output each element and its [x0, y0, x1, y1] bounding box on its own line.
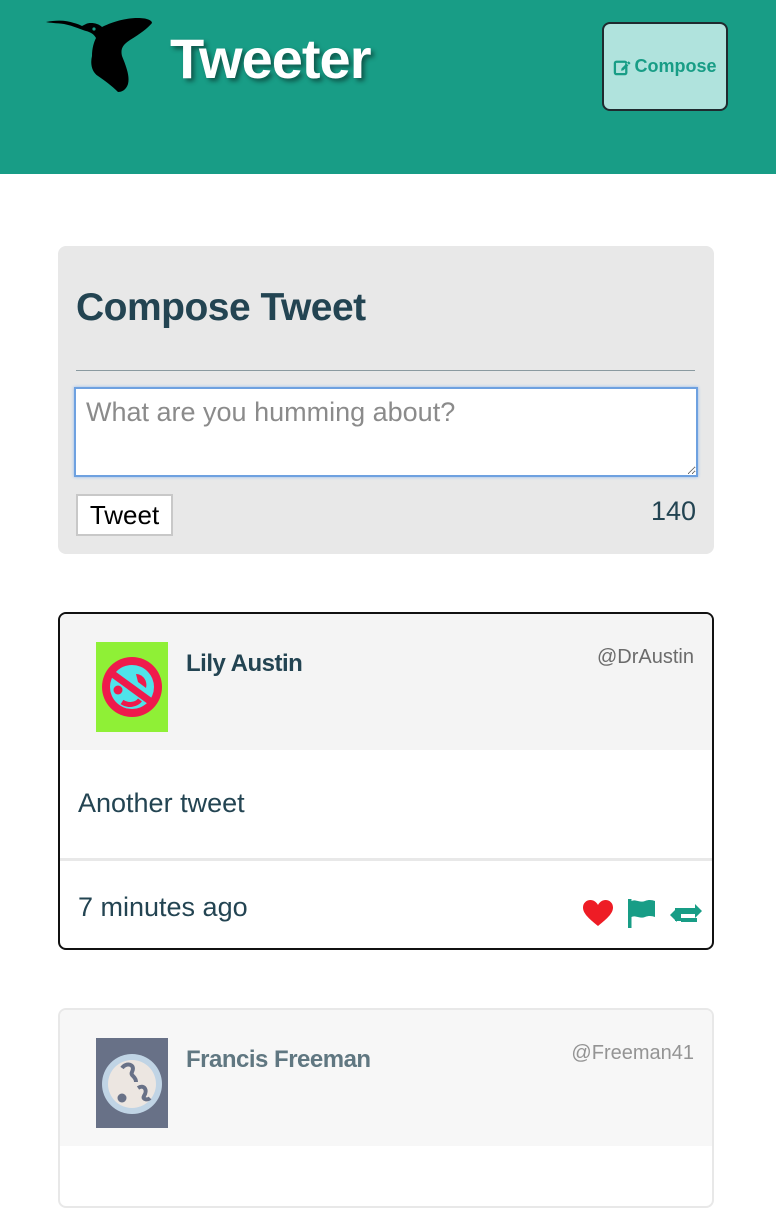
tweet-author-handle: @DrAustin [597, 646, 694, 668]
tweet-author-name: Francis Freeman [186, 1046, 371, 1073]
hummingbird-logo-icon [46, 18, 152, 92]
tweet-author-name: Lily Austin [186, 650, 303, 677]
app-title: Tweeter [170, 27, 371, 90]
character-counter: 140 [650, 496, 696, 526]
compose-tweet-panel: Compose Tweet Tweet 140 [58, 246, 714, 554]
tweet-actions [582, 898, 704, 928]
avatar-icon[interactable] [96, 1038, 168, 1128]
tweet-card: Francis Freeman @Freeman41 [58, 1008, 714, 1208]
tweet-submit-button[interactable]: Tweet [76, 494, 173, 536]
compose-divider [76, 370, 695, 371]
compose-heading: Compose Tweet [76, 286, 366, 329]
avatar-icon[interactable] [96, 642, 168, 732]
compose-button-label: Compose [634, 56, 717, 76]
flag-icon[interactable] [626, 898, 656, 928]
retweet-icon[interactable] [668, 900, 704, 926]
tweet-timestamp: 7 minutes ago [78, 892, 248, 922]
tweet-divider [60, 858, 712, 861]
tweet-header: Francis Freeman @Freeman41 [60, 1010, 712, 1146]
tweet-card: Lily Austin @DrAustin Another tweet 7 mi… [58, 612, 714, 950]
pencil-square-icon [614, 60, 632, 76]
compose-button[interactable]: Compose [602, 22, 728, 111]
tweet-header: Lily Austin @DrAustin [60, 614, 712, 750]
tweet-text-input[interactable] [74, 387, 698, 477]
tweet-content: Another tweet [78, 788, 245, 818]
heart-icon[interactable] [582, 899, 614, 927]
top-nav-bar: Tweeter Compose [0, 0, 776, 174]
tweet-author-handle: @Freeman41 [571, 1042, 694, 1064]
